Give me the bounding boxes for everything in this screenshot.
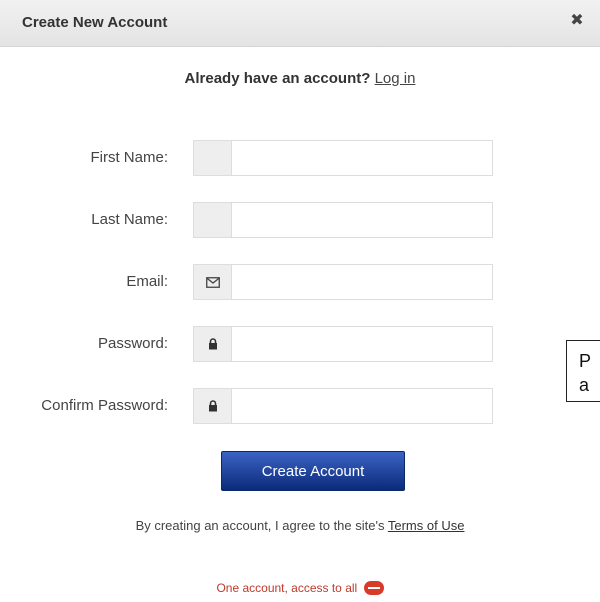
first-name-input[interactable] xyxy=(232,140,493,176)
terms-text: By creating an account, I agree to the s… xyxy=(135,518,385,533)
lock-icon xyxy=(208,338,217,350)
tagline-text: One account, access to all xyxy=(216,581,358,595)
envelope-icon xyxy=(205,276,220,288)
password-addon xyxy=(193,326,232,362)
callout-line-1: P xyxy=(579,351,592,371)
confirm-password-addon xyxy=(193,388,232,424)
tagline: One account, access to all xyxy=(0,580,600,596)
login-prompt-text: Already have an account? xyxy=(184,70,371,87)
terms-link[interactable]: Terms of Use xyxy=(388,518,465,533)
create-account-button[interactable]: Create Account xyxy=(221,451,405,491)
dialog-title: Create New Account xyxy=(22,14,168,31)
create-account-dialog: Create New Account ✖ Already have an acc… xyxy=(0,0,600,602)
email-addon xyxy=(193,264,232,300)
lock-icon xyxy=(208,400,217,412)
callout-line-2: a xyxy=(579,375,590,395)
first-name-row: First Name: xyxy=(0,140,600,176)
email-input[interactable] xyxy=(232,264,493,300)
callout-box: P a xyxy=(566,340,600,402)
confirm-password-row: Confirm Password: xyxy=(0,388,600,424)
confirm-password-label: Confirm Password: xyxy=(41,397,168,414)
close-icon[interactable]: ✖ xyxy=(568,12,586,30)
dialog-titlebar: Create New Account ✖ xyxy=(0,0,600,47)
login-link[interactable]: Log in xyxy=(375,70,416,87)
password-row: Password: xyxy=(0,326,600,362)
login-prompt: Already have an account? Log in xyxy=(0,70,600,87)
terms-notice: By creating an account, I agree to the s… xyxy=(0,518,600,533)
first-name-label: First Name: xyxy=(90,149,168,166)
email-row: Email: xyxy=(0,264,600,300)
last-name-addon xyxy=(193,202,232,238)
last-name-row: Last Name: xyxy=(0,202,600,238)
password-label: Password: xyxy=(97,335,168,352)
first-name-addon xyxy=(193,140,232,176)
password-input[interactable] xyxy=(232,326,493,362)
email-label: Email: xyxy=(126,273,168,290)
confirm-password-input[interactable] xyxy=(232,388,493,424)
last-name-label: Last Name: xyxy=(91,211,168,228)
key-icon xyxy=(363,580,384,595)
last-name-input[interactable] xyxy=(232,202,493,238)
